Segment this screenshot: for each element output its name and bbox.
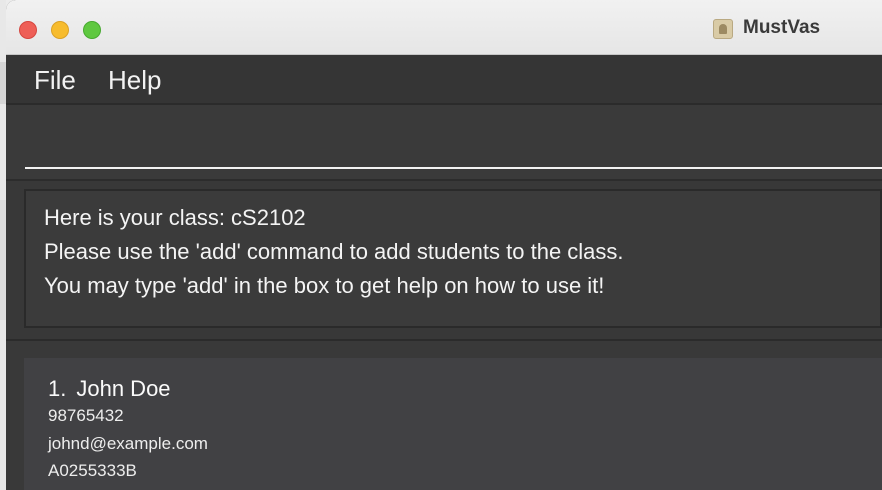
close-window-button[interactable] bbox=[19, 21, 37, 39]
menu-help[interactable]: Help bbox=[108, 65, 161, 96]
student-id: A0255333B bbox=[48, 461, 137, 480]
result-line: You may type 'add' in the box to get hel… bbox=[44, 273, 605, 298]
command-box-area bbox=[6, 105, 882, 181]
result-display-area: Here is your class: cS2102 Please use th… bbox=[6, 181, 882, 341]
maximize-window-button[interactable] bbox=[83, 21, 101, 39]
student-list-panel: 1. John Doe 98765432 johnd@example.com A0… bbox=[6, 341, 882, 490]
student-name-row: 1. John Doe bbox=[48, 376, 171, 402]
window-title: MustVas bbox=[743, 17, 821, 38]
command-input[interactable] bbox=[25, 117, 882, 169]
student-name: John Doe bbox=[76, 376, 171, 401]
app-window: MustVas File Help Here is your class: cS… bbox=[6, 0, 882, 490]
student-index: 1. bbox=[48, 376, 67, 401]
menu-bar: File Help bbox=[6, 55, 882, 105]
title-bar[interactable]: MustVas bbox=[6, 0, 882, 55]
result-line: Please use the 'add' command to add stud… bbox=[44, 239, 624, 264]
menu-file[interactable]: File bbox=[34, 65, 76, 96]
student-phone: 98765432 bbox=[48, 406, 124, 425]
student-card[interactable]: 1. John Doe 98765432 johnd@example.com A0… bbox=[24, 358, 882, 490]
app-icon bbox=[713, 19, 733, 39]
result-display: Here is your class: cS2102 Please use th… bbox=[24, 189, 882, 328]
student-email: johnd@example.com bbox=[48, 434, 208, 453]
minimize-window-button[interactable] bbox=[51, 21, 69, 39]
result-line: Here is your class: cS2102 bbox=[44, 205, 306, 230]
